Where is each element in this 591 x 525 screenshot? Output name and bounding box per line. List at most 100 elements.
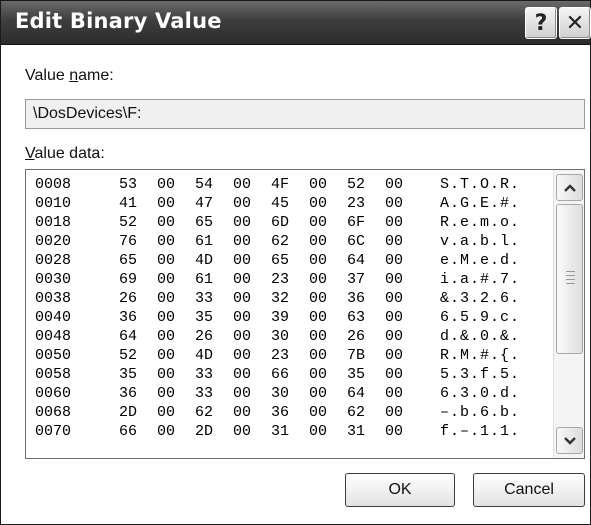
value-name-field[interactable]: \DosDevices\F:: [25, 99, 585, 129]
hex-byte[interactable]: 6C: [347, 233, 365, 250]
scroll-thumb[interactable]: [556, 204, 583, 354]
hex-byte[interactable]: 00: [157, 404, 175, 421]
hex-byte[interactable]: 61: [195, 271, 213, 288]
hex-byte[interactable]: 4D: [195, 347, 213, 364]
hex-byte[interactable]: 00: [233, 366, 251, 383]
hex-byte[interactable]: 00: [309, 233, 327, 250]
hex-byte[interactable]: 35: [119, 366, 137, 383]
hex-byte[interactable]: 39: [271, 309, 289, 326]
hex-byte[interactable]: 53: [119, 176, 137, 193]
hex-byte[interactable]: 33: [195, 366, 213, 383]
hex-byte[interactable]: 00: [385, 176, 403, 193]
hex-ascii[interactable]: 5.3.f.5.: [440, 366, 520, 383]
hex-byte[interactable]: 00: [385, 233, 403, 250]
hex-ascii[interactable]: A.G.E.#.: [440, 195, 520, 212]
hex-byte[interactable]: 64: [347, 385, 365, 402]
hex-byte[interactable]: 52: [119, 214, 137, 231]
hex-byte[interactable]: 00: [385, 214, 403, 231]
hex-byte[interactable]: 00: [157, 385, 175, 402]
hex-byte[interactable]: 00: [385, 271, 403, 288]
hex-byte[interactable]: 00: [157, 252, 175, 269]
hex-byte[interactable]: 00: [309, 366, 327, 383]
hex-byte[interactable]: 00: [157, 195, 175, 212]
hex-byte[interactable]: 00: [385, 252, 403, 269]
hex-ascii[interactable]: –.b.6.b.: [440, 404, 520, 421]
hex-ascii[interactable]: &.3.2.6.: [440, 290, 520, 307]
hex-byte[interactable]: 36: [271, 404, 289, 421]
hex-byte[interactable]: 00: [233, 195, 251, 212]
hex-byte[interactable]: 35: [195, 309, 213, 326]
hex-byte[interactable]: 23: [271, 347, 289, 364]
hex-byte[interactable]: 66: [119, 423, 137, 440]
hex-byte[interactable]: 4D: [195, 252, 213, 269]
hex-byte[interactable]: 00: [385, 195, 403, 212]
hex-byte[interactable]: 66: [271, 366, 289, 383]
hex-byte[interactable]: 36: [119, 385, 137, 402]
hex-byte[interactable]: 2D: [119, 404, 137, 421]
hex-byte[interactable]: 36: [347, 290, 365, 307]
hex-byte[interactable]: 00: [157, 328, 175, 345]
hex-ascii[interactable]: v.a.b.l.: [440, 233, 520, 250]
hex-byte[interactable]: 00: [309, 309, 327, 326]
hex-ascii[interactable]: 6.3.0.d.: [440, 385, 520, 402]
hex-byte[interactable]: 32: [271, 290, 289, 307]
hex-ascii[interactable]: i.a.#.7.: [440, 271, 520, 288]
value-data-editor[interactable]: 0008 53 00 54 00 4F 00 52 00 S.T.O.R. 0010 41 00 47 00…: [25, 169, 585, 459]
hex-byte[interactable]: 00: [157, 214, 175, 231]
hex-byte[interactable]: 00: [385, 290, 403, 307]
hex-byte[interactable]: 64: [347, 252, 365, 269]
hex-byte[interactable]: 33: [195, 385, 213, 402]
hex-byte[interactable]: 62: [271, 233, 289, 250]
hex-byte[interactable]: 00: [309, 176, 327, 193]
hex-byte[interactable]: 26: [119, 290, 137, 307]
hex-byte[interactable]: 00: [233, 271, 251, 288]
hex-byte[interactable]: 00: [157, 366, 175, 383]
hex-byte[interactable]: 76: [119, 233, 137, 250]
hex-byte[interactable]: 41: [119, 195, 137, 212]
hex-byte[interactable]: 00: [385, 347, 403, 364]
hex-byte[interactable]: 52: [347, 176, 365, 193]
title-bar[interactable]: Edit Binary Value ? ✕: [1, 1, 591, 45]
hex-ascii[interactable]: R.e.m.o.: [440, 214, 520, 231]
hex-byte[interactable]: 2D: [195, 423, 213, 440]
hex-byte[interactable]: 45: [271, 195, 289, 212]
hex-byte[interactable]: 00: [309, 214, 327, 231]
hex-byte[interactable]: 00: [233, 328, 251, 345]
hex-byte[interactable]: 65: [195, 214, 213, 231]
hex-byte[interactable]: 23: [271, 271, 289, 288]
hex-byte[interactable]: 00: [157, 309, 175, 326]
hex-byte[interactable]: 00: [385, 366, 403, 383]
hex-byte[interactable]: 00: [157, 176, 175, 193]
hex-byte[interactable]: 00: [309, 423, 327, 440]
hex-byte[interactable]: 00: [233, 214, 251, 231]
hex-byte[interactable]: 65: [271, 252, 289, 269]
help-button[interactable]: ?: [525, 7, 557, 39]
hex-byte[interactable]: 26: [195, 328, 213, 345]
hex-byte[interactable]: 00: [233, 385, 251, 402]
hex-byte[interactable]: 6D: [271, 214, 289, 231]
hex-byte[interactable]: 00: [233, 347, 251, 364]
hex-byte[interactable]: 00: [233, 423, 251, 440]
hex-byte[interactable]: 00: [309, 347, 327, 364]
hex-byte[interactable]: 62: [195, 404, 213, 421]
hex-byte[interactable]: 00: [309, 271, 327, 288]
hex-byte[interactable]: 30: [271, 328, 289, 345]
close-button[interactable]: ✕: [559, 7, 591, 39]
hex-byte[interactable]: 26: [347, 328, 365, 345]
scroll-up-button[interactable]: [556, 174, 583, 201]
hex-ascii[interactable]: 6.5.9.c.: [440, 309, 520, 326]
hex-byte[interactable]: 00: [309, 404, 327, 421]
hex-byte[interactable]: 62: [347, 404, 365, 421]
hex-byte[interactable]: 00: [157, 290, 175, 307]
hex-ascii[interactable]: e.M.e.d.: [440, 252, 520, 269]
hex-byte[interactable]: 00: [233, 404, 251, 421]
vertical-scrollbar[interactable]: [553, 170, 584, 458]
hex-byte[interactable]: 31: [271, 423, 289, 440]
hex-byte[interactable]: 35: [347, 366, 365, 383]
hex-byte[interactable]: 23: [347, 195, 365, 212]
cancel-button[interactable]: Cancel: [473, 473, 585, 507]
hex-byte[interactable]: 00: [233, 252, 251, 269]
hex-byte[interactable]: 00: [309, 328, 327, 345]
hex-byte[interactable]: 30: [271, 385, 289, 402]
hex-byte[interactable]: 47: [195, 195, 213, 212]
